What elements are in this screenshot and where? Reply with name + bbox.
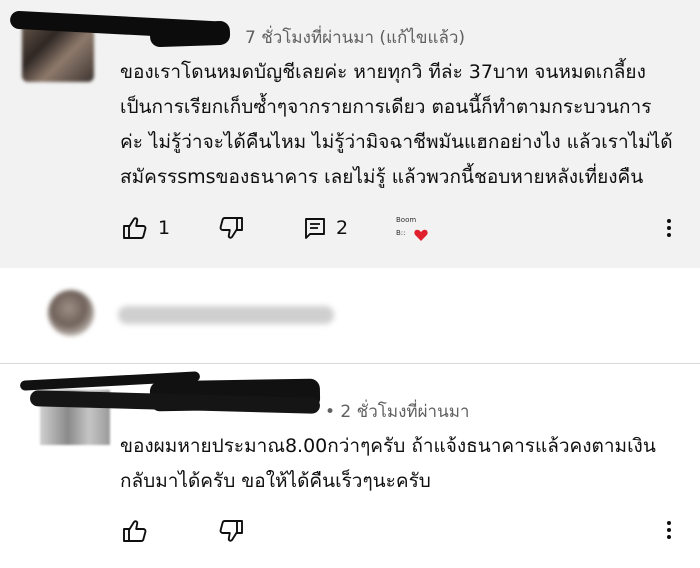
- more-vert-icon[interactable]: [667, 521, 673, 542]
- reply-input-redacted[interactable]: [118, 306, 334, 324]
- thumb-down-icon: [219, 520, 243, 542]
- creator-heart[interactable]: Boom B::: [396, 216, 432, 244]
- thumb-up-icon: [123, 520, 147, 542]
- more-vert-icon[interactable]: [667, 219, 673, 240]
- comment-line: ของเราโดนหมดบัญชีเลยค่ะ หายทุกวิ ทีล่ะ 3…: [120, 61, 646, 83]
- comment-icon: [305, 218, 325, 239]
- like-button[interactable]: [122, 519, 148, 543]
- comment-timestamp: • 2 ชั่วโมงที่ผ่านมา: [325, 402, 470, 422]
- dislike-button[interactable]: [218, 216, 244, 240]
- comment-line: สมัครรsmsของธนาคาร เลยไม่รู้ แล้วพวกนี้ช…: [120, 166, 644, 188]
- author-name-redacted: [149, 20, 231, 48]
- reply-button[interactable]: 2: [304, 216, 348, 240]
- thumb-down-icon: [219, 217, 243, 239]
- heart-icon: [414, 229, 428, 241]
- comment-line: กลับมาได้ครับ ขอให้ได้คืนเร็วๆนะครับ: [120, 470, 431, 492]
- like-count: 1: [158, 217, 171, 239]
- comment-line: ของผมหายประมาณ8.00กว่าๆครับ ถ้าแจ้งธนาคา…: [120, 435, 656, 457]
- comment-line: เป็นการเรียกเก็บซ้ำๆจากรายการเดียว ตอนนี…: [120, 96, 652, 118]
- dislike-button[interactable]: [218, 519, 244, 543]
- reply-count: 2: [336, 217, 349, 239]
- comment-line: ค่ะ ไม่รู้ว่าจะได้คืนไหม ไม่รู้ว่ามิจฉาช…: [120, 131, 673, 153]
- divider: [0, 363, 700, 364]
- thumb-up-icon: [123, 217, 147, 239]
- reply-input-area: [0, 268, 700, 363]
- like-button[interactable]: 1: [122, 216, 170, 240]
- comment-timestamp: 7 ชั่วโมงที่ผ่านมา (แก้ไขแล้ว): [245, 28, 466, 48]
- avatar: [48, 290, 94, 336]
